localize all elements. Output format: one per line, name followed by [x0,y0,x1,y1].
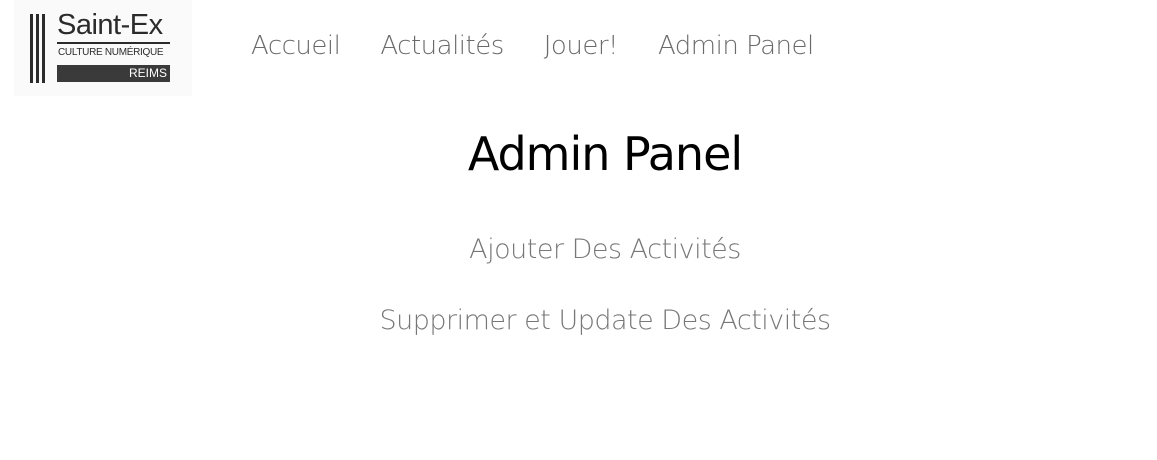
nav-item-jouer[interactable]: Jouer! [544,30,619,62]
delete-update-activities-link[interactable]: Supprimer et Update Des Activités [0,303,1157,339]
logo-divider [57,42,170,44]
nav-item-admin-panel[interactable]: Admin Panel [658,30,814,62]
nav-item-accueil[interactable]: Accueil [251,30,341,62]
logo-title: Saint-Ex [57,9,163,41]
logo-bars [30,14,50,83]
main-nav: Accueil Actualités Jouer! Admin Panel [251,30,814,62]
logo-subtitle: CULTURE NUMÉRIQUE [58,47,164,58]
add-activities-link[interactable]: Ajouter Des Activités [0,232,1157,268]
nav-item-actualites[interactable]: Actualités [380,30,504,62]
logo-city: REIMS [57,65,170,82]
admin-actions: Ajouter Des Activités Supprimer et Updat… [0,232,1157,339]
site-logo[interactable]: Saint-Ex CULTURE NUMÉRIQUE REIMS [14,0,192,96]
page-title: Admin Panel [467,127,743,181]
